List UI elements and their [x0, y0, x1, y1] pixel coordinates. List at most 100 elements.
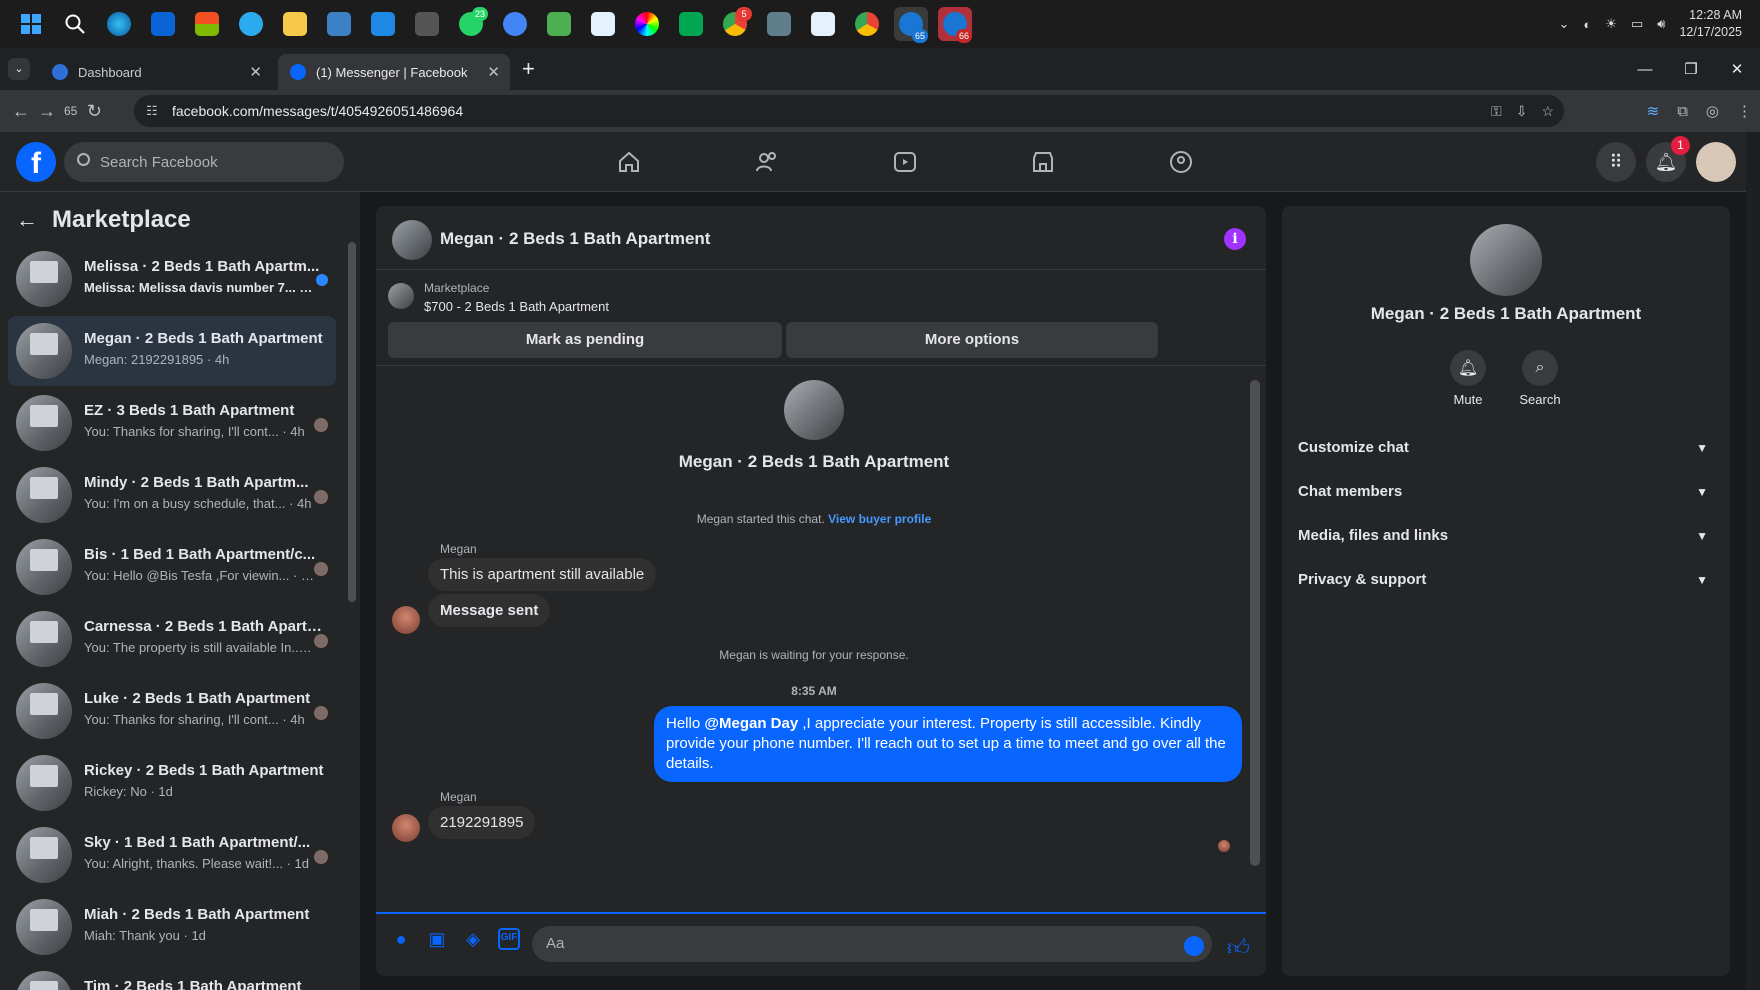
install-app-icon[interactable]: ⇩	[1516, 103, 1528, 120]
close-icon[interactable]: ✕	[249, 63, 262, 81]
nav-groups[interactable]	[1112, 132, 1250, 192]
new-tab-icon[interactable]: +	[522, 56, 535, 82]
conversation-title[interactable]: Megan · 2 Beds 1 Bath Apartment	[440, 229, 710, 249]
extensions-puzzle-icon[interactable]: ⧉	[1677, 103, 1688, 120]
password-key-icon[interactable]: ⚿	[1491, 103, 1502, 120]
windows-start-icon[interactable]	[14, 7, 48, 41]
chevron-up-icon[interactable]: ⌄	[1559, 16, 1570, 32]
outgoing-message[interactable]: Hello @Megan Day ,I appreciate your inte…	[654, 706, 1242, 782]
brightness-icon[interactable]: ☀	[1605, 16, 1617, 32]
facebook-logo-icon[interactable]: f	[16, 142, 56, 182]
forward-icon[interactable]: →	[34, 101, 60, 122]
minimize-icon[interactable]: —	[1622, 61, 1668, 78]
emoji-icon[interactable]	[1184, 936, 1204, 956]
menu-grid-button[interactable]: ⠿	[1596, 142, 1636, 182]
page-scrollbar[interactable]	[1746, 132, 1760, 990]
sticker-icon[interactable]: ◈	[462, 928, 484, 950]
details-avatar[interactable]	[1470, 224, 1542, 296]
restore-icon[interactable]: ❐	[1668, 60, 1714, 78]
chat-list-scrollbar[interactable]	[348, 242, 356, 602]
info-icon[interactable]: i	[1224, 228, 1246, 250]
thumbs-up-icon[interactable]: 👍︎	[1227, 934, 1250, 961]
tab-messenger[interactable]: (1) Messenger | Facebook ✕	[278, 54, 510, 90]
chat-list-item[interactable]: Bis · 1 Bed 1 Bath Apartment/c... You: He…	[8, 532, 336, 602]
sender-avatar[interactable]	[392, 606, 420, 634]
microphone-icon[interactable]: ●	[390, 928, 412, 950]
privacy-support-section[interactable]: Privacy & support ▼	[1298, 558, 1714, 602]
chat-list-item[interactable]: Sky · 1 Bed 1 Bath Apartment/... You: Alr…	[8, 820, 336, 890]
more-options-button[interactable]: More options	[786, 322, 1158, 358]
app-icon[interactable]	[586, 7, 620, 41]
mention[interactable]: @Megan Day	[704, 715, 798, 732]
tab-dashboard[interactable]: Dashboard ✕	[40, 54, 272, 90]
notepad-icon[interactable]	[322, 7, 356, 41]
account-avatar[interactable]	[1696, 142, 1736, 182]
gif-icon[interactable]: GIF	[498, 928, 520, 950]
tab-search-icon[interactable]: ⌄	[8, 58, 30, 80]
address-bar[interactable]: ☷ facebook.com/messages/t/40549260514869…	[134, 95, 1564, 127]
extension-icon[interactable]: ≋	[1647, 102, 1660, 120]
chat-list-item[interactable]: Carnessa · 2 Beds 1 Bath Apartm... You: T…	[8, 604, 336, 674]
media-files-links-section[interactable]: Media, files and links ▼	[1298, 514, 1714, 558]
chat-list-item[interactable]: Mindy · 2 Beds 1 Bath Apartm... You: I'm …	[8, 460, 336, 530]
notifications-button[interactable]: 🔔︎ 1	[1646, 136, 1690, 182]
chat-list-item[interactable]: Megan · 2 Beds 1 Bath Apartment Megan: 21…	[8, 316, 336, 386]
outlook-icon[interactable]	[146, 7, 180, 41]
telegram-icon[interactable]	[234, 7, 268, 41]
chat-list-item[interactable]: Melissa · 2 Beds 1 Bath Apartm... Melissa…	[8, 244, 336, 314]
whatsapp-icon[interactable]: 23	[454, 7, 488, 41]
chat-list-item[interactable]: Miah · 2 Beds 1 Bath Apartment Miah: Than…	[8, 892, 336, 962]
thread-scrollbar[interactable]	[1250, 380, 1260, 866]
vpn-icon[interactable]	[542, 7, 576, 41]
display-icon[interactable]: ▭	[1631, 16, 1643, 32]
edge-profile-icon[interactable]: 66	[938, 7, 972, 43]
customize-chat-section[interactable]: Customize chat ▼	[1298, 426, 1714, 470]
view-buyer-profile-link[interactable]: View buyer profile	[828, 512, 931, 526]
menu-icon[interactable]: ⋮	[1737, 102, 1752, 120]
mute-button[interactable]: 🔔︎ Mute	[1438, 350, 1498, 407]
back-arrow-icon[interactable]: ←	[16, 207, 38, 233]
close-icon[interactable]: ✕	[487, 63, 500, 81]
chat-members-section[interactable]: Chat members ▼	[1298, 470, 1714, 514]
file-explorer-icon[interactable]	[278, 7, 312, 41]
site-info-icon[interactable]: ☷	[146, 103, 158, 119]
incoming-message[interactable]: This is apartment still available	[428, 558, 657, 591]
store-icon[interactable]	[190, 7, 224, 41]
search-in-chat-button[interactable]: ⌕ Search	[1510, 350, 1570, 407]
chat-list-item[interactable]: Luke · 2 Beds 1 Bath Apartment You: Thank…	[8, 676, 336, 746]
listing-thumbnail[interactable]	[388, 283, 414, 309]
sender-avatar[interactable]	[392, 814, 420, 842]
conversation-avatar[interactable]	[392, 220, 432, 260]
chat-list-item[interactable]: EZ · 3 Beds 1 Bath Apartment You: Thanks …	[8, 388, 336, 458]
search-icon[interactable]	[58, 7, 92, 41]
photo-icon[interactable]: ▣	[426, 928, 448, 950]
nav-friends[interactable]	[698, 132, 836, 192]
mic-off-icon[interactable]: ◐	[1583, 17, 1591, 32]
incoming-message[interactable]: Message sent	[428, 594, 551, 627]
mark-as-pending-button[interactable]: Mark as pending	[388, 322, 782, 358]
message-input[interactable]: Aa	[532, 926, 1212, 962]
calculator-icon[interactable]	[762, 7, 796, 41]
profile-icon[interactable]: ◎	[1706, 102, 1719, 120]
edge-profile-icon[interactable]: 65	[894, 7, 928, 43]
volume-icon[interactable]: 🔊︎	[1657, 16, 1665, 32]
chrome-icon[interactable]: 5	[718, 7, 752, 41]
app-icon[interactable]	[410, 7, 444, 41]
reload-icon[interactable]: ↻	[81, 101, 107, 122]
app-icon[interactable]	[366, 7, 400, 41]
nav-video[interactable]	[836, 132, 974, 192]
bookmark-star-icon[interactable]: ☆	[1541, 103, 1554, 120]
chrome-icon[interactable]	[850, 7, 884, 41]
back-icon[interactable]: ←	[8, 101, 34, 122]
app-icon[interactable]	[806, 7, 840, 41]
search-facebook-input[interactable]: Search Facebook	[64, 142, 344, 182]
nav-marketplace[interactable]	[974, 132, 1112, 192]
chat-list-item[interactable]: Tim · 2 Beds 1 Bath Apartment	[8, 964, 336, 990]
listing-price[interactable]: $700 - 2 Beds 1 Bath Apartment	[424, 299, 609, 314]
app-icon[interactable]	[498, 7, 532, 41]
edge-icon[interactable]	[102, 7, 136, 41]
color-picker-icon[interactable]	[630, 7, 664, 41]
app-icon[interactable]	[674, 7, 708, 41]
clock[interactable]: 12:28 AM 12/17/2025	[1679, 7, 1742, 41]
nav-home[interactable]	[560, 132, 698, 192]
